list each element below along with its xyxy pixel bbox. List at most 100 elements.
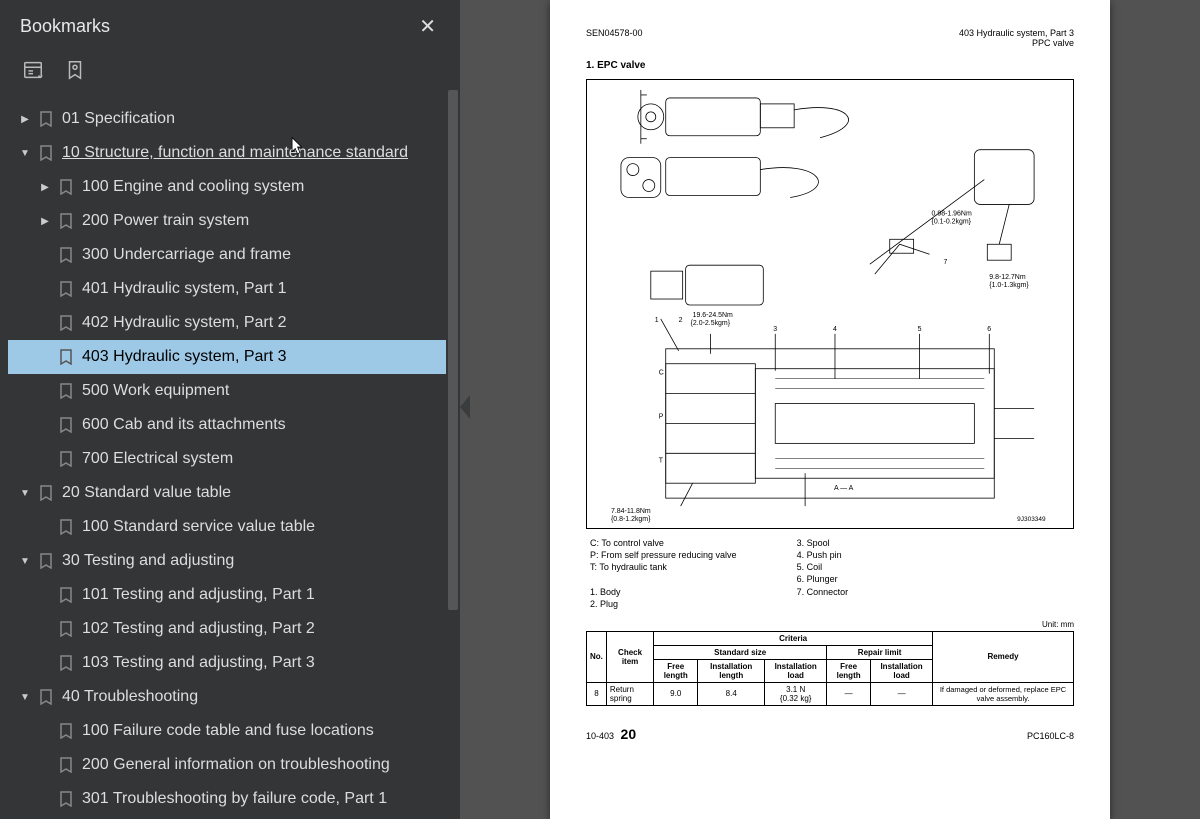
chevron-right-icon[interactable]: ▶: [16, 114, 34, 125]
bookmark-item[interactable]: ▼ 20 Standard value table: [8, 476, 456, 510]
bookmark-item[interactable]: ▼ 10 Structure, function and maintenance …: [8, 136, 456, 170]
bookmark-label: 300 Undercarriage and frame: [82, 246, 452, 264]
legend-right: 3. Spool4. Push pin5. Coil6. Plunger7. C…: [797, 537, 849, 610]
unit-note: Unit: mm: [586, 620, 1074, 629]
chevron-down-icon[interactable]: ▼: [16, 692, 34, 703]
bookmark-label: 403 Hydraulic system, Part 3: [82, 348, 452, 366]
bookmark-item[interactable]: ▶ 01 Specification: [8, 102, 456, 136]
bookmarks-toolbar: [0, 51, 460, 98]
bookmark-label: 100 Standard service value table: [82, 518, 452, 536]
svg-text:7: 7: [943, 259, 947, 266]
bookmark-icon: [56, 587, 76, 603]
bookmark-icon: [36, 145, 56, 161]
chevron-right-icon[interactable]: ▶: [36, 216, 54, 227]
bookmark-icon: [56, 179, 76, 195]
section-heading: 1. EPC valve: [586, 60, 1074, 71]
svg-text:5: 5: [918, 326, 922, 333]
svg-text:7.84-11.8Nm: 7.84-11.8Nm: [611, 508, 651, 515]
bookmark-label: 200 General information on troubleshooti…: [82, 756, 452, 774]
page-header: SEN04578-00 403 Hydraulic system, Part 3…: [586, 28, 1074, 48]
bookmark-item[interactable]: 100 Standard service value table: [8, 510, 456, 544]
bookmark-item[interactable]: ▶ 200 Power train system: [8, 204, 456, 238]
bookmark-item[interactable]: 200 General information on troubleshooti…: [8, 748, 456, 782]
bookmark-item[interactable]: 100 Failure code table and fuse location…: [8, 714, 456, 748]
bookmarks-panel: Bookmarks ✕ ▶ 01 Specification ▼ 10 Structu…: [0, 0, 460, 819]
bookmark-icon: [36, 485, 56, 501]
close-icon[interactable]: ✕: [411, 10, 444, 43]
svg-text:0.98-1.96Nm: 0.98-1.96Nm: [932, 210, 972, 217]
svg-text:1: 1: [655, 317, 659, 324]
page-footer: 10-403 20 PC160LC-8: [586, 726, 1074, 742]
bookmark-icon: [56, 213, 76, 229]
svg-text:9.8-12.7Nm: 9.8-12.7Nm: [989, 274, 1026, 281]
bookmark-label: 100 Failure code table and fuse location…: [82, 722, 452, 740]
svg-text:{0.1-0.2kgm}: {0.1-0.2kgm}: [932, 218, 972, 225]
bookmark-icon: [56, 417, 76, 433]
bookmark-icon: [36, 689, 56, 705]
scrollbar[interactable]: [446, 90, 460, 819]
find-bookmark-icon[interactable]: [60, 55, 90, 90]
bookmark-label: 01 Specification: [62, 110, 452, 128]
bookmarks-header: Bookmarks ✕: [0, 0, 460, 51]
bookmark-icon: [36, 111, 56, 127]
bookmark-label: 100 Engine and cooling system: [82, 178, 452, 196]
bookmark-label: 600 Cab and its attachments: [82, 416, 452, 434]
chevron-down-icon[interactable]: ▼: [16, 556, 34, 567]
bookmark-label: 301 Troubleshooting by failure code, Par…: [82, 790, 452, 808]
bookmark-icon: [56, 383, 76, 399]
bookmark-item[interactable]: 700 Electrical system: [8, 442, 456, 476]
bookmark-icon: [56, 349, 76, 365]
bookmark-label: 200 Power train system: [82, 212, 452, 230]
svg-text:6: 6: [987, 326, 991, 333]
bookmark-item[interactable]: 301 Troubleshooting by failure code, Par…: [8, 782, 456, 816]
bookmark-item[interactable]: 102 Testing and adjusting, Part 2: [8, 612, 456, 646]
bookmark-icon: [56, 757, 76, 773]
bookmark-label: 102 Testing and adjusting, Part 2: [82, 620, 452, 638]
chevron-down-icon[interactable]: ▼: [16, 488, 34, 499]
svg-text:{0.8-1.2kgm}: {0.8-1.2kgm}: [611, 516, 651, 523]
bookmark-item[interactable]: 401 Hydraulic system, Part 1: [8, 272, 456, 306]
bookmark-item[interactable]: 600 Cab and its attachments: [8, 408, 456, 442]
bookmark-label: 30 Testing and adjusting: [62, 552, 452, 570]
bookmark-icon: [56, 791, 76, 807]
technical-diagram: 0.98-1.96Nm{0.1-0.2kgm} 9.8-12.7Nm{1.0-1…: [586, 79, 1074, 529]
scrollbar-thumb[interactable]: [448, 90, 458, 610]
svg-text:{1.0-1.3kgm}: {1.0-1.3kgm}: [989, 282, 1029, 289]
svg-text:3: 3: [773, 326, 777, 333]
bookmark-label: 10 Structure, function and maintenance s…: [62, 144, 452, 162]
bookmark-icon: [56, 247, 76, 263]
bookmark-label: 20 Standard value table: [62, 484, 452, 502]
bookmark-icon: [56, 451, 76, 467]
chevron-down-icon[interactable]: ▼: [16, 148, 34, 159]
svg-text:4: 4: [833, 326, 837, 333]
bookmark-item[interactable]: 500 Work equipment: [8, 374, 456, 408]
bookmark-item[interactable]: 300 Undercarriage and frame: [8, 238, 456, 272]
bookmark-item[interactable]: 402 Hydraulic system, Part 2: [8, 306, 456, 340]
bookmark-icon: [36, 553, 56, 569]
pdf-viewer[interactable]: SEN04578-00 403 Hydraulic system, Part 3…: [460, 0, 1200, 819]
bookmark-item[interactable]: 403 Hydraulic system, Part 3: [8, 340, 456, 374]
bookmark-label: 700 Electrical system: [82, 450, 452, 468]
bookmark-item[interactable]: ▼40 Troubleshooting: [8, 680, 456, 714]
bookmark-item[interactable]: ▶ 100 Engine and cooling system: [8, 170, 456, 204]
chevron-right-icon[interactable]: ▶: [36, 182, 54, 193]
bookmark-label: 101 Testing and adjusting, Part 1: [82, 586, 452, 604]
criteria-table: No. Check item Criteria Remedy Standard …: [586, 631, 1074, 706]
svg-text:19.6-24.5Nm: 19.6-24.5Nm: [693, 312, 733, 319]
collapse-handle-icon[interactable]: [460, 395, 470, 419]
bookmark-label: 401 Hydraulic system, Part 1: [82, 280, 452, 298]
bookmark-item[interactable]: ▼ 30 Testing and adjusting: [8, 544, 456, 578]
svg-text:C: C: [659, 370, 664, 377]
options-icon[interactable]: [18, 55, 48, 90]
bookmark-icon: [56, 655, 76, 671]
bookmark-icon: [56, 723, 76, 739]
svg-text:T: T: [659, 457, 664, 464]
bookmark-icon: [56, 281, 76, 297]
svg-text:9J303349: 9J303349: [1017, 516, 1046, 523]
bookmark-icon: [56, 519, 76, 535]
bookmark-item[interactable]: 103 Testing and adjusting, Part 3: [8, 646, 456, 680]
bookmarks-title: Bookmarks: [20, 16, 110, 37]
legend: C: To control valveP: From self pressure…: [590, 537, 1074, 610]
bookmarks-tree[interactable]: ▶ 01 Specification ▼ 10 Structure, function…: [0, 98, 460, 819]
bookmark-item[interactable]: 101 Testing and adjusting, Part 1: [8, 578, 456, 612]
